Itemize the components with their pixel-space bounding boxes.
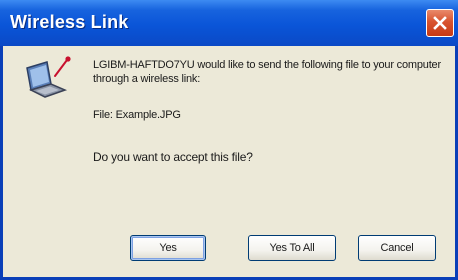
title-bar[interactable]: Wireless Link [0, 0, 458, 46]
window-title: Wireless Link [10, 12, 129, 32]
yes-to-all-button[interactable]: Yes To All [248, 235, 336, 261]
laptop-wireless-icon [26, 56, 71, 98]
dialog-message: LGIBM-HAFTDO7YU would like to send the f… [93, 59, 441, 85]
close-icon [433, 16, 447, 30]
wireless-link-dialog: Wireless Link LGIBM-HAFTDO7YU would like… [0, 0, 458, 280]
file-name-text: File: Example.JPG [93, 109, 181, 121]
cancel-button[interactable]: Cancel [358, 235, 436, 261]
dialog-body: LGIBM-HAFTDO7YU would like to send the f… [3, 46, 455, 280]
close-button[interactable] [426, 9, 454, 37]
yes-button[interactable]: Yes [130, 235, 206, 261]
accept-question: Do you want to accept this file? [93, 150, 253, 164]
